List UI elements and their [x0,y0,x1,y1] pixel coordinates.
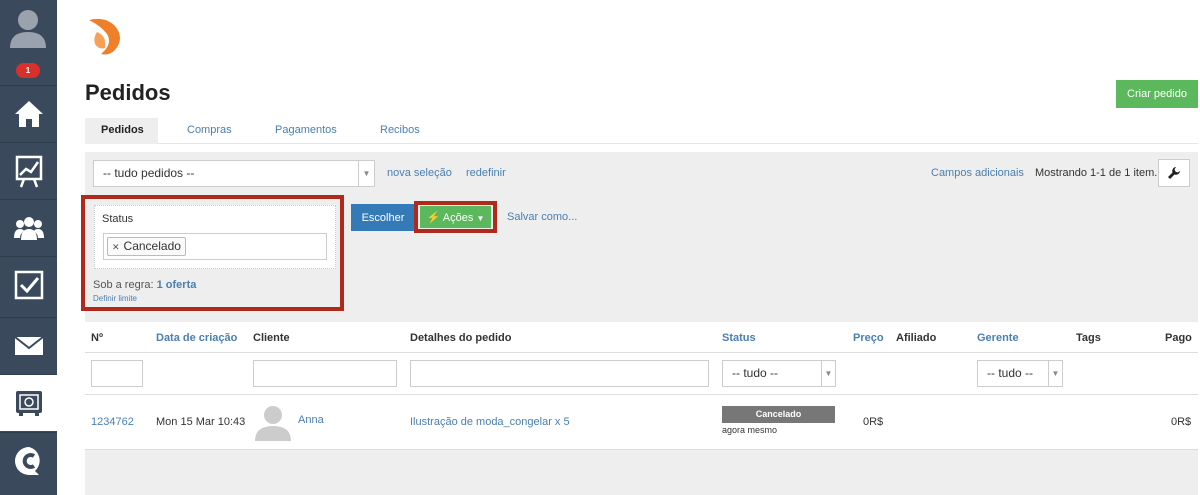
actions-button[interactable]: ⚡ Ações ▼ [420,206,491,228]
showing-count: Mostrando 1-1 de 1 item. [1035,167,1158,179]
order-price: 0R$ [863,416,884,428]
tab-compras[interactable]: Compras [171,118,248,144]
tabs-bar: Pedidos Compras Pagamentos Recibos [85,118,1198,144]
col-affiliate: Afiliado [896,332,937,344]
order-number-link[interactable]: 1234762 [91,416,134,428]
col-status[interactable]: Status [722,332,756,344]
chevron-down-icon: ▼ [1048,361,1062,386]
col-price[interactable]: Preço [853,332,884,344]
choose-button[interactable]: Escolher [351,204,415,231]
safe-icon[interactable] [0,374,57,431]
status-tag-label: Cancelado [123,239,181,253]
chat-logo-icon[interactable] [0,432,57,489]
table-header: Nº Data de criação Cliente Detalhes do p… [85,323,1198,353]
rule-text: Sob a regra: 1 oferta [93,279,196,291]
tab-pagamentos[interactable]: Pagamentos [259,118,353,144]
col-client: Cliente [253,332,290,344]
save-as-link[interactable]: Salvar como... [507,211,577,223]
col-created[interactable]: Data de criação [156,332,237,344]
tab-pedidos[interactable]: Pedidos [85,118,158,144]
status-filter-label: Status [102,213,134,225]
manager-filter-select[interactable]: -- tudo -- ▼ [977,360,1063,387]
rule-prefix: Sob a regra: [93,279,154,291]
manager-filter-value: -- tudo -- [987,366,1034,380]
status-filter-value: -- tudo -- [732,366,779,380]
col-number: Nº [91,332,103,344]
actions-label: Ações [442,211,474,224]
col-manager[interactable]: Gerente [977,332,1019,344]
table-filter-row: -- tudo -- ▼ -- tudo -- ▼ [85,353,1198,395]
order-details-link[interactable]: Ilustração de moda_congelar x 5 [410,416,570,428]
client-name-link[interactable]: Anna [298,414,324,426]
chevron-down-icon: ▼ [821,361,835,386]
caret-down-icon: ▼ [476,213,485,223]
order-paid: 0R$ [1171,416,1192,428]
reset-link[interactable]: redefinir [466,167,506,179]
selection-dropdown[interactable]: -- tudo pedidos -- ▼ [93,160,375,187]
new-selection-link[interactable]: nova seleção [387,167,452,179]
define-limit-link[interactable]: Definir limite [93,294,137,303]
status-badge: Cancelado [722,406,835,423]
settings-button[interactable] [1158,159,1190,187]
status-tag[interactable]: ✕ Cancelado [107,237,186,256]
number-filter-input[interactable] [91,360,143,387]
checkbox-icon[interactable] [0,256,57,313]
lightning-icon: ⚡ [426,211,441,224]
status-time: agora mesmo [722,425,778,435]
chevron-down-icon: ▼ [358,161,374,186]
col-details: Detalhes do pedido [410,332,512,344]
remove-tag-icon[interactable]: ✕ [112,242,120,252]
user-avatar-icon[interactable] [8,6,48,48]
col-tags: Tags [1076,332,1101,344]
details-filter-input[interactable] [410,360,709,387]
create-order-button[interactable]: Criar pedido [1116,80,1198,108]
wrench-icon [1168,167,1180,179]
order-created: Mon 15 Mar 10:43 [156,416,246,428]
client-avatar-icon [253,403,293,444]
client-filter-input[interactable] [253,360,397,387]
chart-icon[interactable] [0,142,57,199]
mail-icon[interactable] [0,317,57,374]
sidebar: 1 [0,0,57,495]
tab-recibos[interactable]: Recibos [364,118,436,144]
home-icon[interactable] [0,85,57,142]
rule-value-link[interactable]: 1 oferta [157,279,197,291]
users-icon[interactable] [0,199,57,256]
brand-logo [85,14,125,56]
selection-value: -- tudo pedidos -- [103,166,195,180]
additional-fields-link[interactable]: Campos adicionais [931,167,1024,179]
table-footer-area [85,450,1198,495]
page-title: Pedidos [85,80,171,105]
status-filter-select[interactable]: -- tudo -- ▼ [722,360,836,387]
notification-badge[interactable]: 1 [16,63,40,78]
col-paid: Pago [1165,332,1192,344]
table-row[interactable]: 1234762 Mon 15 Mar 10:43 Anna Ilustração… [85,395,1198,450]
